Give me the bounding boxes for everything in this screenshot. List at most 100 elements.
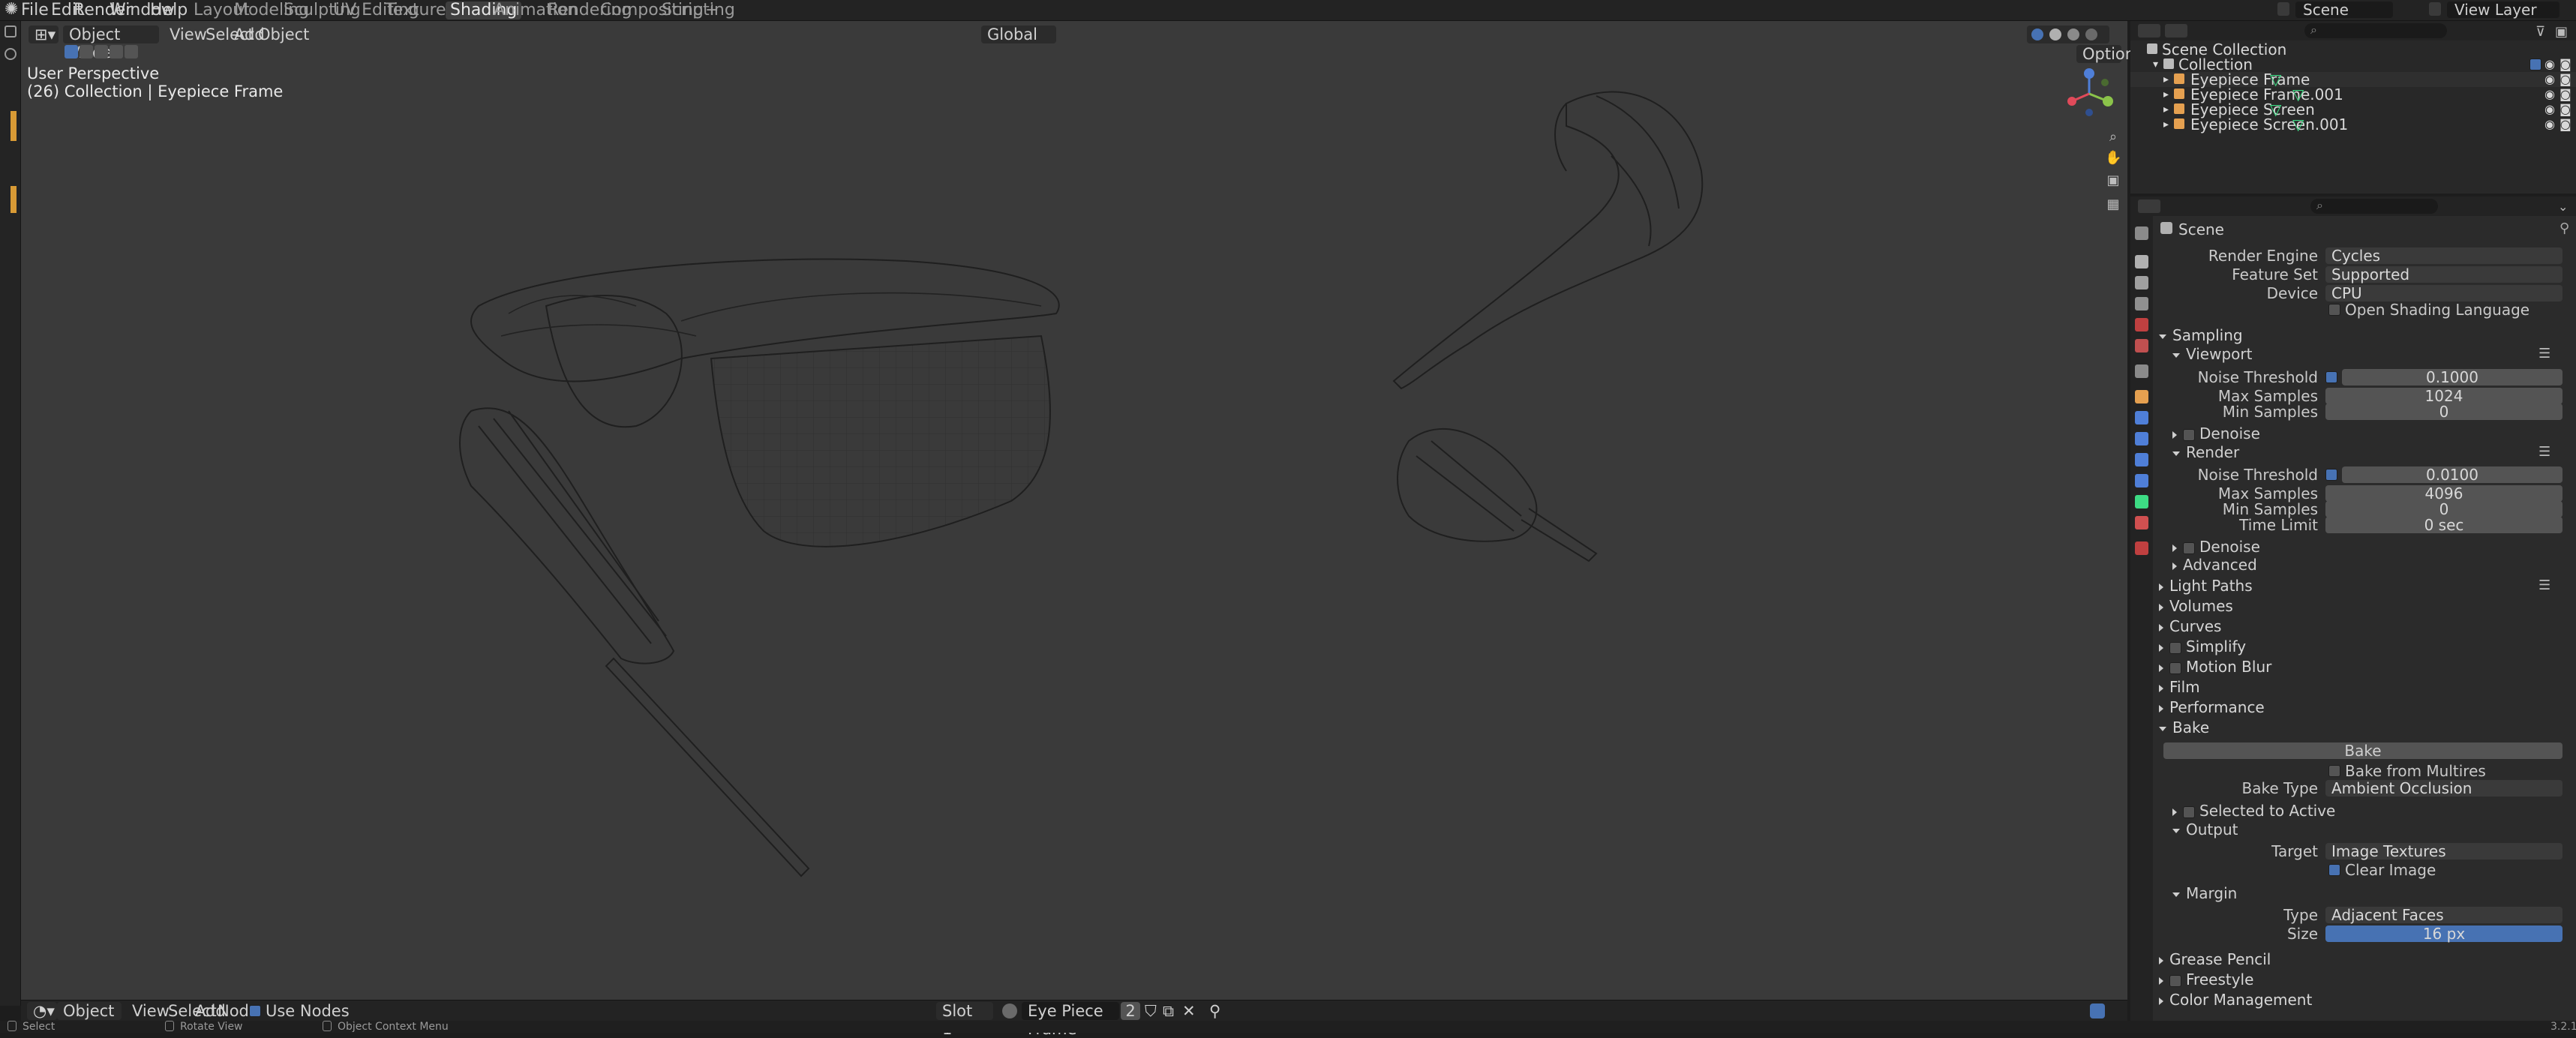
editor-type-button[interactable]: ⊞▾ (29, 26, 59, 44)
r-noise-threshold-field[interactable]: 0.0100 (2342, 466, 2562, 483)
selected-to-active-subpanel[interactable]: Selected to Active (2172, 802, 2335, 819)
chevron-down-icon[interactable]: ⌄ (2558, 200, 2568, 214)
3d-viewport[interactable]: ⊞▾ Object Mode View Select Add Object Gl… (21, 21, 2143, 1000)
render-camera-icon[interactable]: ◙ (2559, 87, 2571, 102)
select-subtract-icon[interactable] (95, 45, 108, 58)
visibility-eye-icon[interactable]: ◉ (2544, 72, 2555, 87)
properties-editor-type-icon[interactable] (2138, 200, 2160, 213)
zoom-icon[interactable]: ⌕ (2105, 129, 2121, 146)
outliner-row-object[interactable]: ▸ Eyepiece Screen ▽ ◉ ◙ (2130, 102, 2576, 117)
menu-help[interactable]: Help (150, 2, 188, 20)
solid-shading-icon[interactable] (2049, 28, 2061, 40)
node-menu-view[interactable]: View (132, 1002, 170, 1020)
expand-icon[interactable]: ▸ (2163, 72, 2169, 87)
render-camera-icon[interactable]: ◙ (2559, 117, 2571, 132)
vp-min-samples-field[interactable]: 0 (2325, 404, 2562, 420)
simplify-panel[interactable]: Simplify (2159, 638, 2571, 655)
transform-orientation-dropdown[interactable]: Global (981, 26, 1056, 44)
outliner-row-object[interactable]: ▸ Eyepiece Screen.001 ▽ ◉ ◙ (2130, 117, 2576, 132)
selected-to-active-checkbox[interactable] (2183, 806, 2195, 818)
properties-search-input[interactable] (2310, 199, 2438, 214)
view-layer-icon[interactable] (2429, 2, 2441, 16)
outliner-row-object[interactable]: ▸ Eyepiece Frame.001 ▽ ◉ ◙ (2130, 87, 2576, 102)
tab-scripting[interactable]: Scripting (657, 2, 740, 20)
physics-tab-icon[interactable] (2135, 453, 2148, 466)
exclude-checkbox[interactable] (2529, 58, 2541, 70)
render-camera-icon[interactable]: ◙ (2559, 57, 2571, 72)
scene-tab-icon[interactable] (2135, 318, 2148, 332)
vp-noise-threshold-field[interactable]: 0.1000 (2342, 369, 2562, 386)
viewport-menu-view[interactable]: View (170, 26, 207, 44)
duplicate-material-icon[interactable]: ⧉ (1163, 1002, 1174, 1020)
vp-noise-threshold-checkbox[interactable] (2325, 371, 2337, 383)
motion-blur-panel[interactable]: Motion Blur (2159, 658, 2571, 675)
material-name-field[interactable]: Eye Piece Frame (1022, 1002, 1119, 1038)
navigation-gizmo[interactable] (2063, 68, 2115, 120)
expand-icon[interactable]: ▸ (2163, 117, 2169, 132)
color-management-panel[interactable]: Color Management (2159, 992, 2571, 1008)
material-user-count[interactable]: 2 (1121, 1002, 1140, 1020)
render-engine-dropdown[interactable]: Cycles (2325, 248, 2562, 264)
expand-icon[interactable]: ▸ (2163, 102, 2169, 117)
presets-list-icon[interactable]: ☰ (2538, 346, 2550, 362)
margin-subpanel-header[interactable]: Margin (2172, 885, 2237, 902)
outliner-row-collection[interactable]: ▾ Collection ◉ ◙ (2130, 57, 2576, 72)
viewport-subpanel-header[interactable]: Viewport (2172, 346, 2252, 362)
freestyle-panel[interactable]: Freestyle (2159, 971, 2571, 988)
visibility-eye-icon[interactable]: ◉ (2544, 102, 2555, 117)
motion-blur-checkbox[interactable] (2169, 662, 2181, 674)
material-icon[interactable] (1002, 1004, 1017, 1018)
bake-type-dropdown[interactable]: Ambient Occlusion (2325, 780, 2562, 796)
freestyle-checkbox[interactable] (2169, 974, 2181, 987)
node-object-dropdown[interactable]: Object (57, 1002, 122, 1020)
file-browser-icon[interactable] (5, 26, 17, 38)
viewport-menu-object[interactable]: Object (258, 26, 309, 44)
search-icon[interactable] (5, 48, 17, 60)
overlay-icon[interactable] (2090, 1004, 2105, 1018)
outliner-row-object[interactable]: ▸ Eyepiece Frame ▽ ◉ ◙ (2130, 72, 2576, 87)
menu-file[interactable]: File (21, 2, 49, 20)
expand-icon[interactable]: ▾ (2153, 57, 2158, 72)
visibility-eye-icon[interactable]: ◉ (2544, 57, 2555, 72)
r-max-samples-field[interactable]: 4096 (2325, 485, 2562, 502)
outliner-editor-type-icon[interactable] (2138, 24, 2160, 38)
select-extend-icon[interactable] (80, 45, 93, 58)
object-mode-dropdown[interactable]: Object Mode (63, 26, 159, 62)
osl-checkbox[interactable] (2328, 304, 2340, 316)
new-collection-icon[interactable]: ▣ (2555, 24, 2568, 40)
node-editor-type-button[interactable]: ◔▾ (27, 1002, 57, 1020)
presets-list-icon[interactable]: ☰ (2538, 444, 2550, 460)
visibility-eye-icon[interactable]: ◉ (2544, 117, 2555, 132)
rendered-shading-icon[interactable] (2085, 28, 2097, 40)
fake-user-icon[interactable]: ⛉ (1145, 1002, 1157, 1020)
camera-view-icon[interactable]: ▣ (2105, 172, 2121, 189)
margin-size-field[interactable]: 16 px (2325, 926, 2562, 942)
vp-max-samples-field[interactable]: 1024 (2325, 388, 2562, 404)
device-dropdown[interactable]: CPU (2325, 285, 2562, 302)
scene-selector[interactable]: Scene (2295, 2, 2393, 18)
select-mode-buttons[interactable] (32, 44, 144, 60)
bake-panel-header[interactable]: Bake (2159, 719, 2571, 736)
particles-tab-icon[interactable] (2135, 432, 2148, 446)
film-panel[interactable]: Film (2159, 679, 2571, 695)
outliner-search-input[interactable] (2304, 23, 2447, 38)
sampling-panel-header[interactable]: Sampling (2159, 327, 2571, 344)
use-nodes-checkbox[interactable] (249, 1005, 261, 1017)
r-denoise-subpanel[interactable]: Denoise (2172, 538, 2260, 555)
presets-list-icon[interactable]: ☰ (2538, 578, 2550, 593)
render-camera-icon[interactable]: ◙ (2559, 72, 2571, 87)
render-subpanel-header[interactable]: Render (2172, 444, 2239, 460)
vp-denoise-checkbox[interactable] (2183, 428, 2195, 441)
slot-dropdown[interactable]: Slot 1 (936, 1002, 993, 1038)
filter-icon[interactable]: ⊽ (2535, 24, 2545, 40)
clear-image-checkbox[interactable] (2328, 864, 2340, 876)
select-new-icon[interactable] (65, 45, 78, 58)
grease-pencil-panel[interactable]: Grease Pencil (2159, 951, 2571, 968)
margin-type-dropdown[interactable]: Adjacent Faces (2325, 907, 2562, 923)
select-intersect-icon[interactable] (125, 45, 138, 58)
render-camera-icon[interactable]: ◙ (2559, 102, 2571, 117)
pin-icon[interactable]: ⚲ (1209, 1002, 1220, 1020)
curves-panel[interactable]: Curves (2159, 618, 2571, 634)
volumes-panel[interactable]: Volumes (2159, 598, 2571, 614)
output-subpanel-header[interactable]: Output (2172, 821, 2238, 838)
